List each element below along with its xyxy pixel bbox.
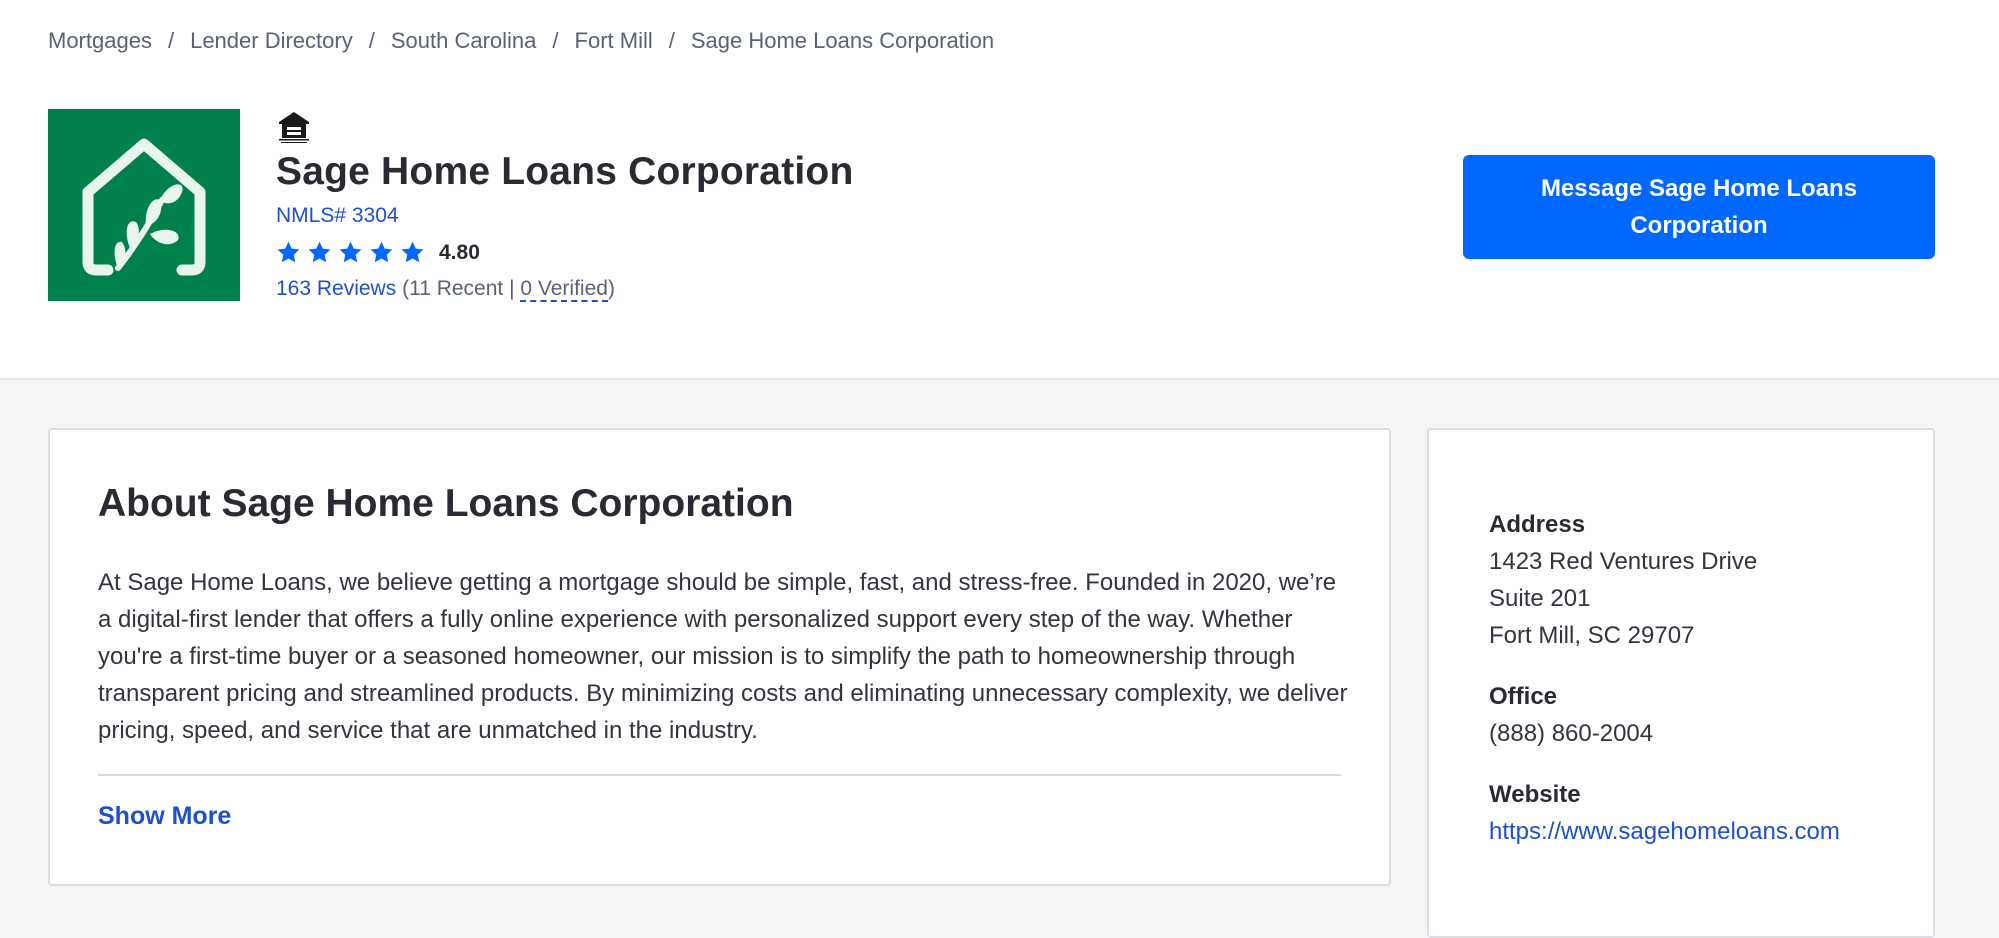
verified-reviews-link[interactable]: 0 Verified	[520, 277, 608, 302]
star-icon	[308, 241, 331, 263]
house-leaf-icon	[82, 138, 206, 276]
star-rating	[276, 240, 425, 265]
company-name: Sage Home Loans Corporation	[276, 150, 854, 193]
breadcrumb-separator: /	[167, 28, 175, 53]
lender-info: Sage Home Loans Corporation NMLS# 3304 4…	[276, 108, 854, 302]
office-label: Office	[1489, 683, 1558, 710]
rating-row: 4.80	[276, 240, 853, 265]
about-description: At Sage Home Loans, we believe getting a…	[98, 569, 1348, 744]
office-phone[interactable]: (888) 860-2004	[1489, 715, 1840, 752]
star-icon	[401, 241, 424, 263]
about-card: About Sage Home Loans Corporation At Sag…	[48, 428, 1391, 886]
rating-value: 4.80	[439, 240, 480, 264]
address-line: Suite 201	[1489, 585, 1591, 612]
breadcrumb: Mortgages / Lender Directory / South Car…	[48, 28, 994, 54]
nmls-number[interactable]: NMLS# 3304	[276, 204, 853, 228]
close-paren: )	[607, 277, 615, 300]
lender-header: Mortgages / Lender Directory / South Car…	[0, 0, 1999, 380]
star-icon	[339, 241, 362, 263]
address-line: 1423 Red Ventures Drive	[1489, 548, 1758, 575]
website-label: Website	[1489, 781, 1581, 808]
address-label: Address	[1489, 511, 1586, 538]
recent-reviews-text: (11 Recent |	[402, 277, 521, 300]
contact-card: Address 1423 Red Ventures Drive Suite 20…	[1427, 428, 1935, 938]
breadcrumb-separator: /	[552, 28, 559, 53]
reviews-summary: 163 Reviews (11 Recent | 0 Verified)	[276, 277, 853, 302]
star-icon	[370, 241, 393, 263]
breadcrumb-separator: /	[668, 28, 675, 53]
reviews-link[interactable]: 163 Reviews	[276, 277, 396, 300]
equal-housing-icon	[279, 112, 309, 143]
address-line: Fort Mill, SC 29707	[1489, 622, 1695, 649]
breadcrumb-fort-mill[interactable]: Fort Mill	[575, 28, 653, 54]
breadcrumb-separator: /	[368, 28, 375, 53]
website-link[interactable]: https://www.sagehomeloans.com	[1489, 818, 1840, 845]
office-group: Office (888) 860-2004	[1489, 678, 1840, 752]
breadcrumb-south-carolina[interactable]: South Carolina	[391, 28, 537, 54]
breadcrumb-current: Sage Home Loans Corporation	[690, 28, 995, 53]
breadcrumb-mortgages[interactable]: Mortgages	[48, 28, 152, 54]
divider	[98, 774, 1341, 776]
address-group: Address 1423 Red Ventures Drive Suite 20…	[1489, 506, 1840, 654]
company-logo	[48, 109, 240, 301]
about-title: About Sage Home Loans Corporation	[98, 482, 794, 525]
website-group: Website https://www.sagehomeloans.com	[1489, 776, 1840, 850]
show-more-button[interactable]: Show More	[98, 802, 231, 831]
star-icon	[277, 241, 300, 263]
message-lender-button[interactable]: Message Sage Home Loans Corporation	[1463, 155, 1935, 259]
breadcrumb-lender-directory[interactable]: Lender Directory	[190, 28, 353, 54]
